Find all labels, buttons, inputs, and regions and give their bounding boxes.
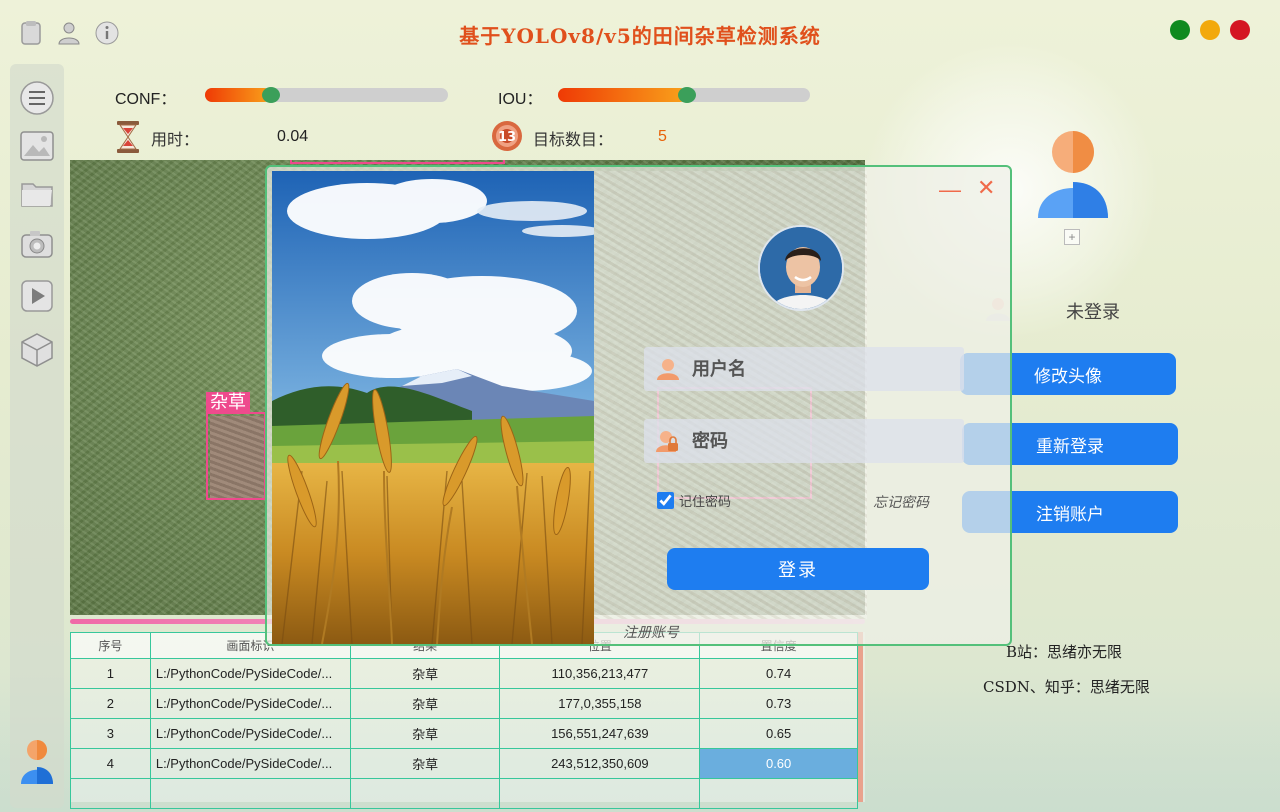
table-cell-result[interactable]: 杂草 [349, 718, 501, 749]
table-cell-confidence[interactable]: 0.65 [699, 718, 858, 749]
remember-checkbox[interactable] [657, 492, 674, 509]
table-cell-index[interactable]: 1 [70, 658, 151, 689]
detection-box [290, 160, 505, 164]
table-cell-confidence-selected[interactable]: 0.60 [699, 748, 858, 779]
table-cell-confidence[interactable]: 0.74 [699, 658, 858, 689]
add-avatar-button[interactable]: + [1064, 229, 1080, 245]
table-cell-empty[interactable] [349, 778, 501, 809]
register-link[interactable]: 注册账号 [623, 622, 679, 642]
table-cell-empty[interactable] [70, 778, 151, 809]
credit-bilibili: B站：思绪亦无限 [1006, 643, 1123, 661]
forgot-password-link[interactable]: 忘记密码 [873, 492, 929, 512]
conf-label: CONF： [115, 91, 177, 108]
iou-label: IOU： [498, 91, 543, 108]
table-row[interactable]: 3 L:/PythonCode/PySideCode/... 杂草 156,55… [70, 718, 858, 749]
login-dialog: — ✕ 记住密码 忘记密码 登录 注册账号 [265, 165, 1012, 646]
table-cell-position[interactable]: 243,512,350,609 [499, 748, 701, 779]
maximize-button[interactable] [1170, 20, 1190, 40]
folder-icon[interactable] [19, 176, 55, 212]
username-field[interactable] [644, 347, 964, 391]
detection-label: 杂草 [206, 392, 250, 412]
time-label: 用时： [151, 132, 200, 149]
app-title: 基于YOLOv8/v5的田间杂草检测系统 [459, 24, 821, 48]
conf-slider-handle[interactable] [261, 87, 280, 103]
table-cell-path[interactable]: L:/PythonCode/PySideCode/... [149, 688, 351, 719]
table-row[interactable]: 2 L:/PythonCode/PySideCode/... 杂草 177,0,… [70, 688, 858, 719]
lock-user-icon [656, 429, 680, 458]
count-value: 5 [658, 128, 667, 145]
camera-icon[interactable] [19, 226, 55, 262]
hourglass-icon [115, 120, 141, 159]
sidebar-avatar-icon[interactable] [20, 739, 54, 790]
table-scrollbar[interactable] [858, 632, 863, 802]
conf-slider[interactable] [205, 87, 448, 103]
table-cell-index[interactable]: 3 [70, 718, 151, 749]
target-count-icon: 13 [491, 120, 523, 157]
video-icon[interactable] [19, 278, 55, 314]
table-cell-index[interactable]: 2 [70, 688, 151, 719]
table-cell-position[interactable]: 156,551,247,639 [499, 718, 701, 749]
table-cell-path[interactable]: L:/PythonCode/PySideCode/... [149, 718, 351, 749]
landscape-illustration [272, 171, 594, 644]
results-table: 序号 画面标识 结果 位置 置信度 1 L:/PythonCode/PySide… [70, 632, 865, 809]
iou-slider[interactable] [558, 87, 810, 103]
login-button[interactable]: 登录 [667, 548, 929, 590]
username-input[interactable] [692, 353, 952, 385]
detection-box [206, 412, 266, 500]
table-cell-position[interactable]: 177,0,355,158 [499, 688, 701, 719]
minimize-button[interactable] [1200, 20, 1220, 40]
table-row[interactable]: 1 L:/PythonCode/PySideCode/... 杂草 110,35… [70, 658, 858, 689]
remember-label: 记住密码 [679, 494, 732, 509]
password-input[interactable] [692, 425, 952, 457]
table-cell-result[interactable]: 杂草 [349, 748, 501, 779]
remember-password[interactable]: 记住密码 [657, 491, 731, 510]
dialog-minimize-button[interactable]: — [939, 177, 961, 203]
password-field[interactable] [644, 419, 964, 463]
time-value: 0.04 [277, 128, 309, 145]
count-label: 目标数目： [533, 132, 614, 149]
iou-slider-handle[interactable] [677, 87, 696, 103]
model-icon[interactable] [19, 332, 55, 368]
sidebar [10, 64, 64, 808]
menu-icon[interactable] [19, 80, 55, 116]
login-status: 未登录 [1066, 302, 1120, 323]
svg-text:13: 13 [498, 130, 516, 145]
table-cell-position[interactable]: 110,356,213,477 [499, 658, 701, 689]
table-header[interactable]: 序号 [70, 632, 151, 659]
table-cell-path[interactable]: L:/PythonCode/PySideCode/... [149, 748, 351, 779]
table-cell-index[interactable]: 4 [70, 748, 151, 779]
table-row[interactable]: 4 L:/PythonCode/PySideCode/... 杂草 243,51… [70, 748, 858, 779]
table-cell-empty[interactable] [499, 778, 701, 809]
username-icon [656, 357, 680, 386]
table-cell-empty[interactable] [699, 778, 858, 809]
table-row-empty[interactable] [70, 778, 858, 809]
image-icon[interactable] [19, 128, 55, 164]
conf-slider-fill [205, 88, 271, 102]
dialog-close-button[interactable]: ✕ [977, 175, 995, 201]
window-controls [1170, 20, 1250, 40]
table-cell-path[interactable]: L:/PythonCode/PySideCode/... [149, 658, 351, 689]
table-cell-result[interactable]: 杂草 [349, 688, 501, 719]
credit-csdn: CSDN、知乎：思绪无限 [983, 678, 1150, 696]
profile-photo [758, 225, 844, 311]
user-avatar-large-icon[interactable] [1036, 130, 1110, 220]
close-button[interactable] [1230, 20, 1250, 40]
table-cell-confidence[interactable]: 0.73 [699, 688, 858, 719]
table-cell-empty[interactable] [149, 778, 351, 809]
iou-slider-fill [558, 88, 687, 102]
table-cell-result[interactable]: 杂草 [349, 658, 501, 689]
